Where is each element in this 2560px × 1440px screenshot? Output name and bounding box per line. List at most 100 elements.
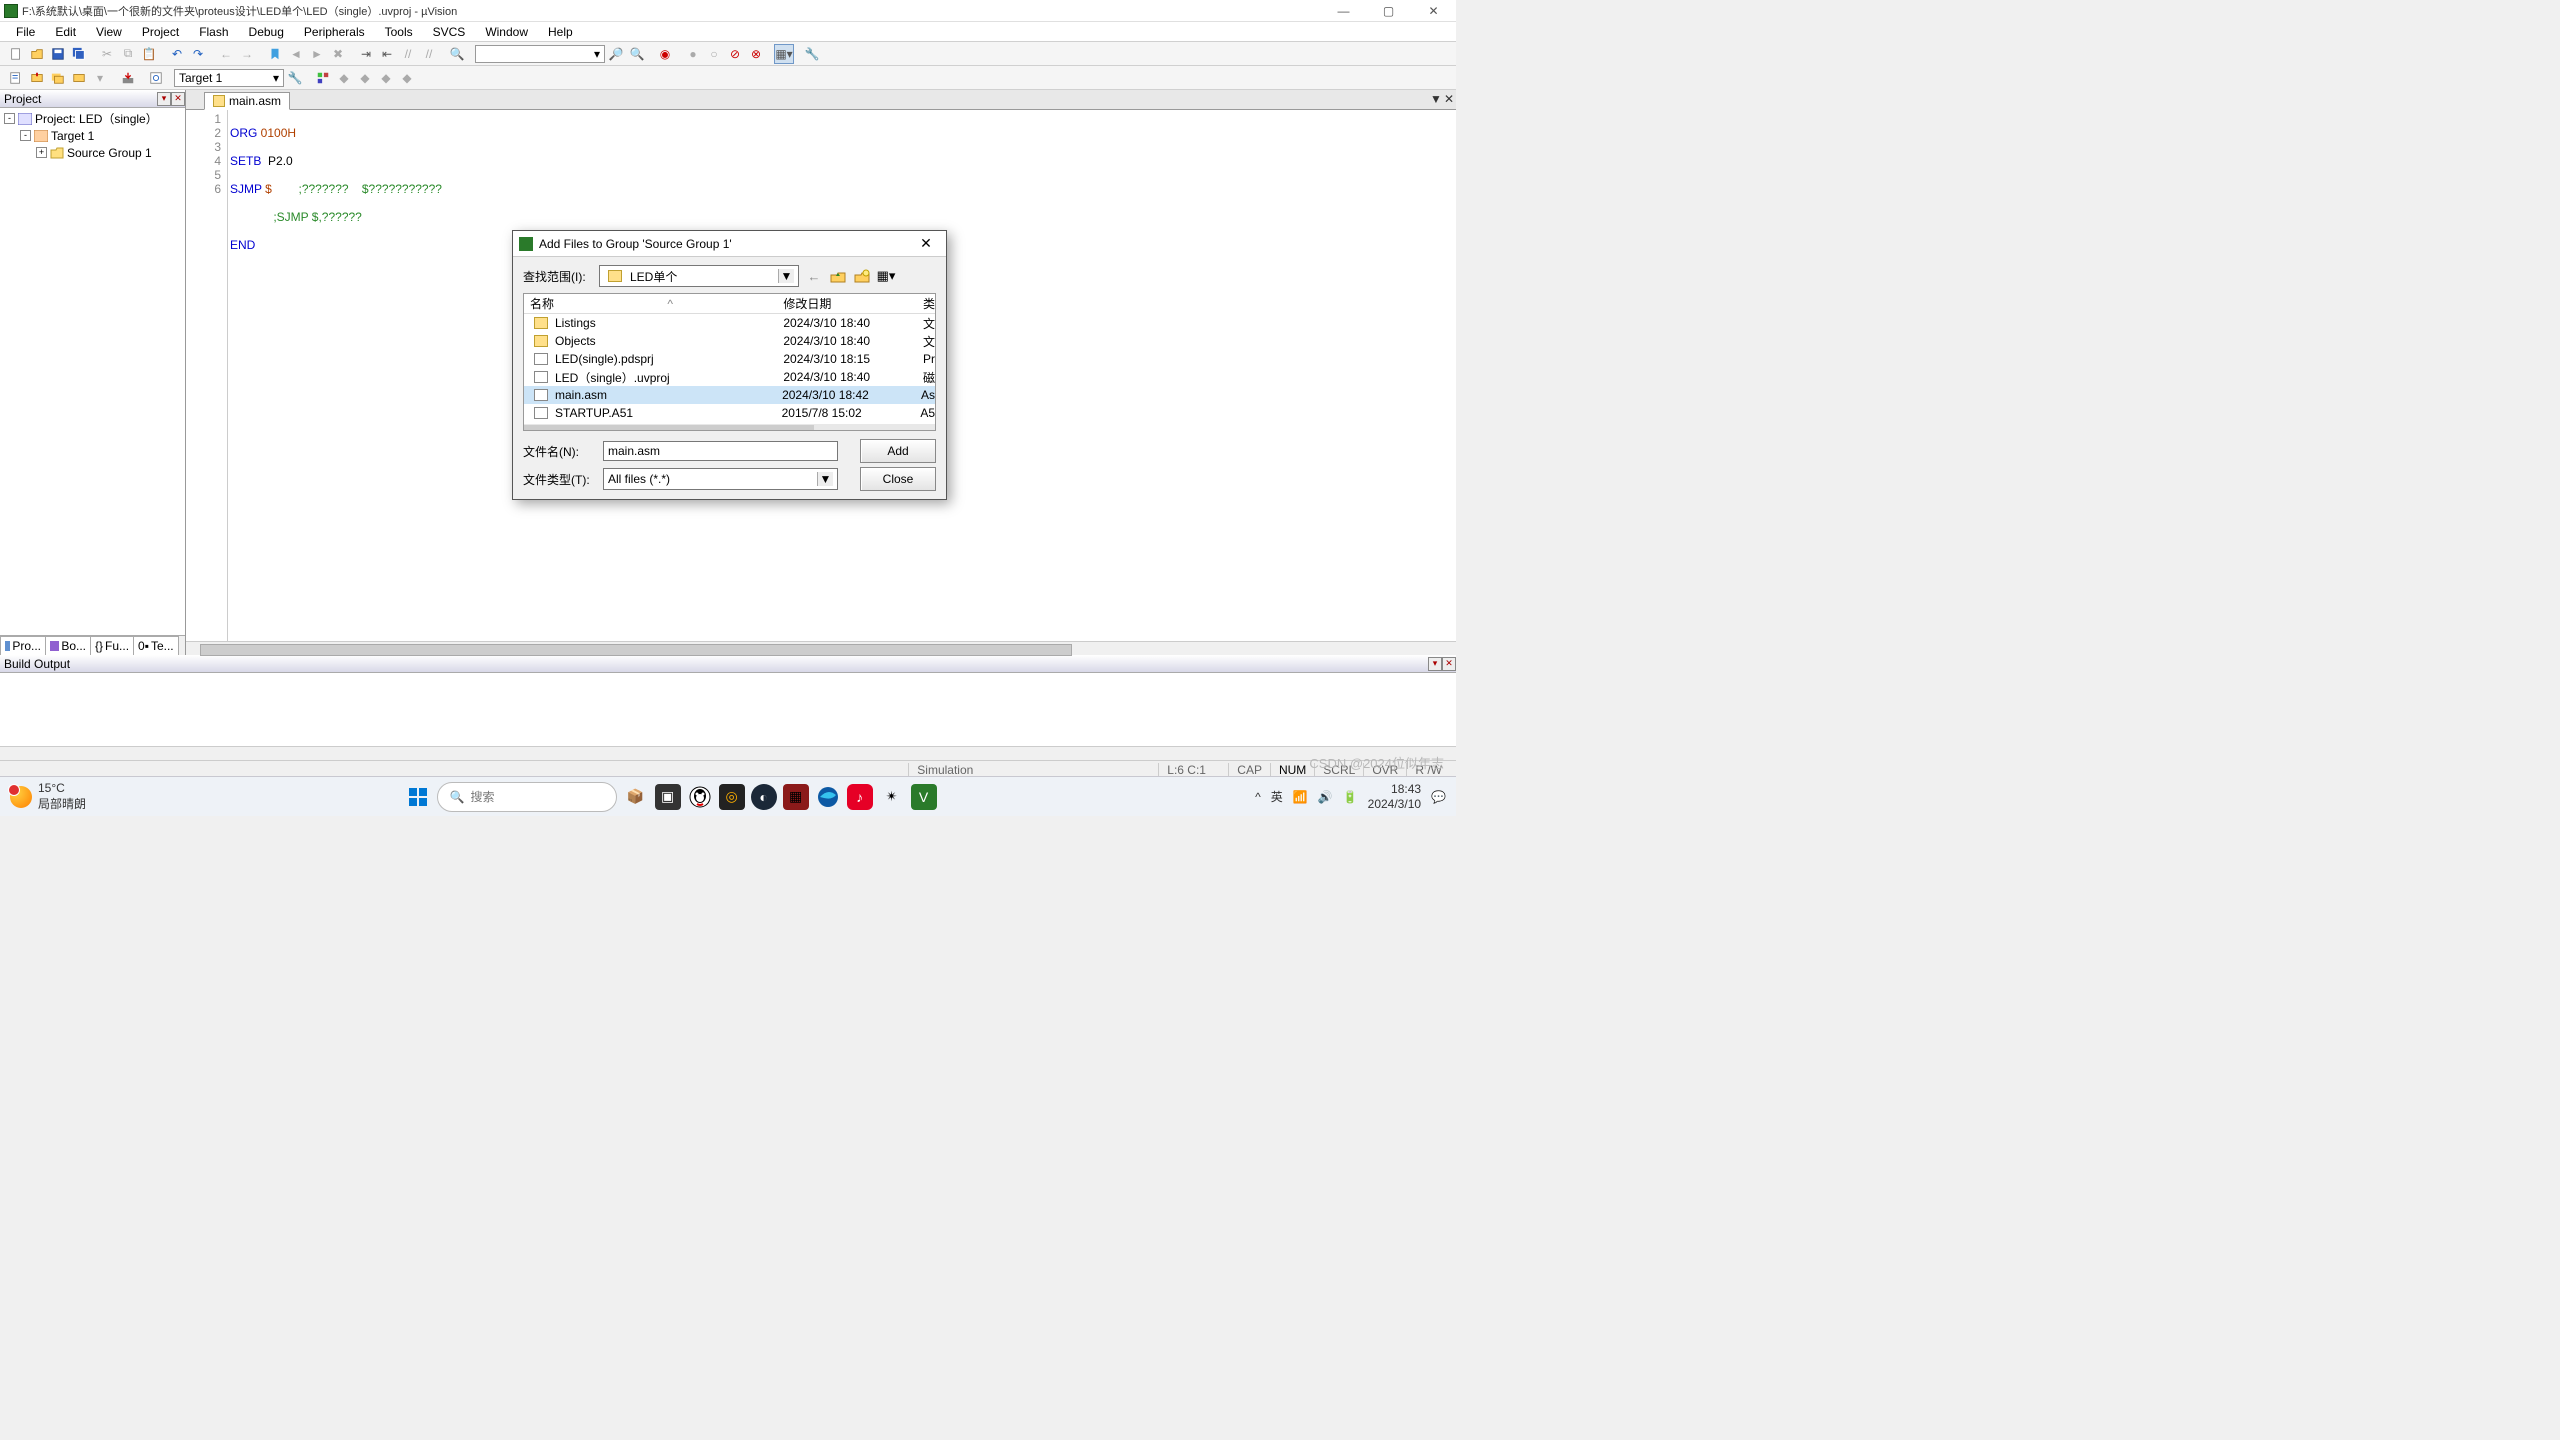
- save-all-icon[interactable]: [69, 44, 89, 64]
- app-netease-icon[interactable]: ♪: [847, 784, 873, 810]
- nav-up-icon[interactable]: [829, 267, 847, 285]
- tab-functions[interactable]: {}Fu...: [90, 636, 134, 655]
- tree-expand-icon[interactable]: -: [20, 130, 31, 141]
- dropdown-icon[interactable]: ▼: [817, 472, 833, 486]
- menu-view[interactable]: View: [86, 23, 132, 41]
- start-button[interactable]: [405, 784, 431, 810]
- menu-edit[interactable]: Edit: [45, 23, 86, 41]
- file-list-hscrollbar[interactable]: [524, 424, 935, 431]
- file-list[interactable]: 名称^ 修改日期 类 Listings2024/3/10 18:40文Objec…: [523, 293, 936, 431]
- app-edge-icon[interactable]: [815, 784, 841, 810]
- ime-indicator[interactable]: 英: [1271, 788, 1283, 805]
- configure-icon[interactable]: 🔧: [802, 44, 822, 64]
- tab-close-icon[interactable]: ✕: [1444, 92, 1454, 106]
- file-row[interactable]: Listings2024/3/10 18:40文: [524, 314, 935, 332]
- translate-icon[interactable]: [6, 68, 26, 88]
- file-row[interactable]: Objects2024/3/10 18:40文: [524, 332, 935, 350]
- taskbar-weather[interactable]: 15°C局部晴朗: [10, 781, 86, 812]
- close-button[interactable]: Close: [860, 467, 936, 491]
- battery-icon[interactable]: 🔋: [1343, 790, 1358, 804]
- system-tray[interactable]: ^ 英 📶 🔊 🔋 18:432024/3/10 💬: [1255, 782, 1446, 811]
- breakpoint-enable-icon[interactable]: ○: [704, 44, 724, 64]
- find-icon[interactable]: 🔍: [447, 44, 467, 64]
- panel-close-icon[interactable]: ✕: [171, 92, 185, 106]
- filename-input[interactable]: [603, 441, 838, 461]
- wifi-icon[interactable]: 📶: [1293, 790, 1308, 804]
- panel-pin-icon[interactable]: ▾: [157, 92, 171, 106]
- breakpoint-disable-icon[interactable]: ⊘: [725, 44, 745, 64]
- file-row[interactable]: STARTUP.A512015/7/8 15:02A5: [524, 404, 935, 422]
- add-button[interactable]: Add: [860, 439, 936, 463]
- windows-taskbar[interactable]: 15°C局部晴朗 🔍搜索 📦 ▣ ◎ ◐ ▦ ♪ ✴ V ^ 英 📶 🔊 🔋 1…: [0, 776, 1456, 816]
- tree-expand-icon[interactable]: -: [4, 113, 15, 124]
- file-row[interactable]: LED（single）.uvproj2024/3/10 18:40磁: [524, 368, 935, 386]
- cut-icon[interactable]: ✂: [97, 44, 117, 64]
- tray-overflow-icon[interactable]: ^: [1255, 790, 1261, 804]
- build-output-body[interactable]: [0, 673, 1456, 746]
- project-tree[interactable]: - Project: LED（single） - Target 1 + Sour…: [0, 108, 185, 635]
- nav-back-icon[interactable]: ←: [805, 267, 823, 285]
- nav-forward-icon[interactable]: →: [237, 44, 257, 64]
- pack-installer-icon[interactable]: ◆: [355, 68, 375, 88]
- target-options-icon[interactable]: [146, 68, 166, 88]
- app-icon[interactable]: 📦: [623, 784, 649, 810]
- project-root-label[interactable]: Project: LED（single）: [35, 110, 158, 127]
- app-keil-icon[interactable]: V: [911, 784, 937, 810]
- undo-icon[interactable]: ↶: [167, 44, 187, 64]
- file-row[interactable]: LED(single).pdsprj2024/3/10 18:15Pr: [524, 350, 935, 368]
- open-file-icon[interactable]: [27, 44, 47, 64]
- close-button[interactable]: ✕: [1411, 0, 1456, 22]
- menu-peripherals[interactable]: Peripherals: [294, 23, 375, 41]
- app-icon[interactable]: ◎: [719, 784, 745, 810]
- volume-icon[interactable]: 🔊: [1318, 790, 1333, 804]
- save-icon[interactable]: [48, 44, 68, 64]
- outdent-icon[interactable]: ⇤: [377, 44, 397, 64]
- window-layout-icon[interactable]: ▦▾: [774, 44, 794, 64]
- manage-targets-icon[interactable]: 🔧: [285, 68, 305, 88]
- breakpoint-kill-icon[interactable]: ⊗: [746, 44, 766, 64]
- notifications-icon[interactable]: 💬: [1431, 790, 1446, 804]
- task-view-icon[interactable]: ▣: [655, 784, 681, 810]
- filetype-combo[interactable]: All files (*.*)▼: [603, 468, 838, 490]
- bookmark-prev-icon[interactable]: ◄: [286, 44, 306, 64]
- app-steam-icon[interactable]: ◐: [751, 784, 777, 810]
- tab-menu-icon[interactable]: ▼: [1430, 92, 1442, 106]
- select-packs-icon[interactable]: ◆: [334, 68, 354, 88]
- taskbar-clock[interactable]: 18:432024/3/10: [1368, 782, 1421, 811]
- batch-build-icon[interactable]: [69, 68, 89, 88]
- editor-hscrollbar[interactable]: [186, 641, 1456, 655]
- debug-icon[interactable]: ◉: [655, 44, 675, 64]
- file-row[interactable]: main.asm2024/3/10 18:42As: [524, 386, 935, 404]
- tab-templates[interactable]: 0▪Te...: [133, 636, 179, 655]
- maximize-button[interactable]: ▢: [1366, 0, 1411, 22]
- paste-icon[interactable]: 📋: [139, 44, 159, 64]
- look-in-combo[interactable]: LED单个 ▼: [599, 265, 799, 287]
- bookmark-clear-icon[interactable]: ✖: [328, 44, 348, 64]
- download-icon[interactable]: [118, 68, 138, 88]
- dialog-close-button[interactable]: ✕: [906, 235, 946, 252]
- tab-project[interactable]: Pro...: [0, 636, 46, 655]
- build-output-scrollbar[interactable]: [0, 746, 1456, 760]
- taskbar-search[interactable]: 🔍搜索: [437, 782, 617, 812]
- menu-window[interactable]: Window: [475, 23, 538, 41]
- breakpoint-insert-icon[interactable]: ●: [683, 44, 703, 64]
- new-folder-icon[interactable]: [853, 267, 871, 285]
- menu-debug[interactable]: Debug: [239, 23, 294, 41]
- indent-icon[interactable]: ⇥: [356, 44, 376, 64]
- rebuild-icon[interactable]: [48, 68, 68, 88]
- app-qq-icon[interactable]: [687, 784, 713, 810]
- menu-project[interactable]: Project: [132, 23, 189, 41]
- menu-help[interactable]: Help: [538, 23, 583, 41]
- panel-close-icon[interactable]: ✕: [1442, 657, 1456, 671]
- target-label[interactable]: Target 1: [51, 129, 94, 143]
- reload-packs-icon[interactable]: ◆: [376, 68, 396, 88]
- copy-icon[interactable]: ⧉: [118, 44, 138, 64]
- find-in-files-icon[interactable]: 🔎: [606, 44, 626, 64]
- bookmark-next-icon[interactable]: ►: [307, 44, 327, 64]
- manage-components-icon[interactable]: [313, 68, 333, 88]
- file-list-header[interactable]: 名称^ 修改日期 类: [524, 294, 935, 314]
- menu-tools[interactable]: Tools: [375, 23, 423, 41]
- new-file-icon[interactable]: [6, 44, 26, 64]
- tree-expand-icon[interactable]: +: [36, 147, 47, 158]
- minimize-button[interactable]: —: [1321, 0, 1366, 22]
